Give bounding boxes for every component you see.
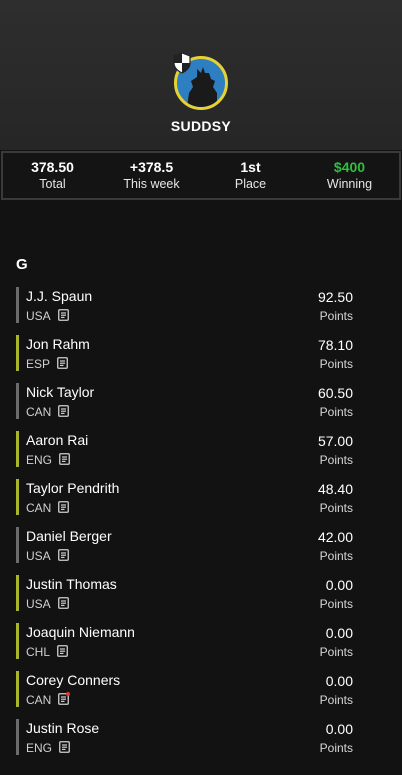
note-icon[interactable]: [59, 453, 70, 465]
player-points: 0.00: [325, 721, 353, 737]
note-icon[interactable]: [58, 549, 69, 561]
player-points: 0.00: [325, 625, 353, 641]
stat-label: Total: [39, 176, 66, 191]
points-label: Points: [319, 693, 353, 707]
player-points: 92.50: [317, 289, 353, 305]
player-country: CHL: [26, 645, 51, 659]
stat-value: 378.50: [31, 158, 74, 175]
stat-label: Place: [234, 176, 267, 191]
points-label: Points: [319, 741, 353, 755]
note-icon[interactable]: [57, 357, 68, 369]
stat-place: 1st Place: [201, 153, 300, 198]
player-name[interactable]: Aaron Rai: [26, 432, 88, 448]
stat-label: Winning: [326, 176, 373, 191]
player-row[interactable]: Justin Rose ENG 0.00 Points: [0, 718, 402, 766]
points-label: Points: [319, 309, 353, 323]
points-label: Points: [319, 597, 353, 611]
note-icon[interactable]: [58, 405, 69, 417]
status-bar: [16, 383, 19, 419]
points-label: Points: [319, 645, 353, 659]
player-country: USA: [26, 549, 51, 563]
player-points: 0.00: [325, 673, 353, 689]
player-points: 57.00: [317, 433, 353, 449]
stat-total: 378.50 Total: [3, 153, 102, 198]
points-label: Points: [319, 405, 353, 419]
team-avatar[interactable]: [172, 52, 230, 112]
team-stats-bar: 378.50 Total +378.5 This week 1st Place …: [1, 151, 401, 200]
player-name[interactable]: Justin Thomas: [26, 576, 117, 592]
player-country: USA: [26, 309, 51, 323]
points-label: Points: [319, 357, 353, 371]
note-icon[interactable]: [58, 597, 69, 609]
stat-value: $400: [333, 158, 366, 175]
note-icon[interactable]: [59, 741, 70, 753]
stat-value: +378.5: [129, 158, 174, 175]
player-row[interactable]: Corey Conners CAN 0.00 Points: [0, 670, 402, 718]
player-name[interactable]: Joaquin Niemann: [26, 624, 135, 640]
player-name[interactable]: Nick Taylor: [26, 384, 94, 400]
player-country: ENG: [26, 453, 53, 467]
player-name[interactable]: Jon Rahm: [26, 336, 90, 352]
player-row[interactable]: Nick Taylor CAN 60.50 Points: [0, 382, 402, 430]
points-label: Points: [319, 501, 353, 515]
player-name[interactable]: J.J. Spaun: [26, 288, 92, 304]
status-bar: [16, 479, 19, 515]
note-icon[interactable]: [57, 645, 68, 657]
player-roster: J.J. Spaun USA 92.50 Points Jon Rahm ESP 78.10…: [0, 286, 402, 766]
note-alert-dot: [66, 692, 70, 696]
player-row[interactable]: Jon Rahm ESP 78.10 Points: [0, 334, 402, 382]
status-bar: [16, 575, 19, 611]
section-title: G: [16, 256, 28, 273]
note-icon[interactable]: [58, 309, 69, 321]
status-bar: [16, 719, 19, 755]
player-points: 48.40: [317, 481, 353, 497]
stat-value: 1st: [240, 158, 261, 175]
player-row[interactable]: Daniel Berger USA 42.00 Points: [0, 526, 402, 574]
player-points: 42.00: [317, 529, 353, 545]
player-row[interactable]: Taylor Pendrith CAN 48.40 Points: [0, 478, 402, 526]
player-country: ENG: [26, 741, 53, 755]
note-icon[interactable]: [58, 501, 69, 513]
stat-this-week: +378.5 This week: [102, 153, 201, 198]
player-country: USA: [26, 597, 51, 611]
points-label: Points: [319, 453, 353, 467]
player-points: 78.10: [317, 337, 353, 353]
team-name: SUDDSY: [170, 118, 232, 134]
points-label: Points: [319, 549, 353, 563]
stat-label: This week: [123, 176, 180, 191]
player-points: 0.00: [325, 577, 353, 593]
player-points: 60.50: [317, 385, 353, 401]
status-bar: [16, 335, 19, 371]
player-name[interactable]: Corey Conners: [26, 672, 120, 688]
player-row[interactable]: J.J. Spaun USA 92.50 Points: [0, 286, 402, 334]
player-country: ESP: [26, 357, 51, 371]
player-country: CAN: [26, 405, 52, 419]
status-bar: [16, 287, 19, 323]
status-bar: [16, 671, 19, 707]
player-name[interactable]: Justin Rose: [26, 720, 99, 736]
status-bar: [16, 623, 19, 659]
stat-winning: $400 Winning: [300, 153, 399, 198]
status-bar: [16, 431, 19, 467]
player-country: CAN: [26, 693, 52, 707]
player-name[interactable]: Daniel Berger: [26, 528, 112, 544]
player-row[interactable]: Joaquin Niemann CHL 0.00 Points: [0, 622, 402, 670]
player-row[interactable]: Aaron Rai ENG 57.00 Points: [0, 430, 402, 478]
team-header: SUDDSY: [0, 0, 402, 150]
player-row[interactable]: Justin Thomas USA 0.00 Points: [0, 574, 402, 622]
status-bar: [16, 527, 19, 563]
shield-icon: [173, 52, 191, 74]
player-country: CAN: [26, 501, 52, 515]
player-name[interactable]: Taylor Pendrith: [26, 480, 119, 496]
